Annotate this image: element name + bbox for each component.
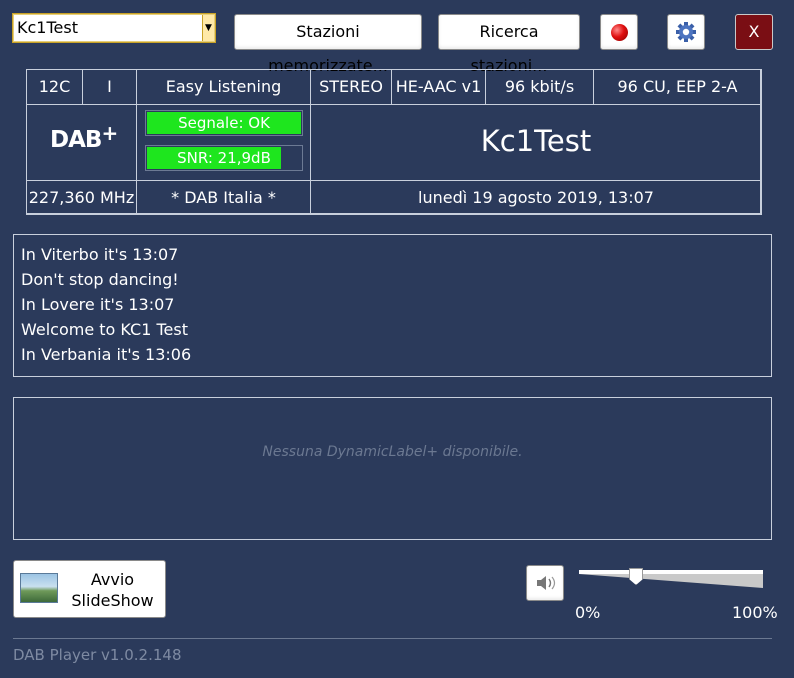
datetime-cell: lunedì 19 agosto 2019, 13:07 <box>310 180 762 215</box>
frequency-cell: 227,360 MHz <box>26 180 137 215</box>
gear-icon <box>676 22 696 42</box>
dab-plus-logo: DAB+ <box>50 121 118 153</box>
dab-logo-cell: DAB+ <box>26 104 137 181</box>
close-button[interactable]: X <box>735 14 773 50</box>
dynamic-label-panel: Nessuna DynamicLabel+ disponibile. <box>13 397 772 540</box>
settings-button[interactable] <box>667 14 705 50</box>
saved-stations-button[interactable]: Stazioni memorizzate... <box>234 14 422 75</box>
signal-cell: Segnale: OK SNR: 21,9dB <box>136 104 311 181</box>
footer-divider <box>13 638 772 639</box>
record-icon <box>611 24 628 41</box>
volume-slider-rail <box>579 570 763 574</box>
signal-bar: Segnale: OK <box>145 110 303 136</box>
language-cell: I <box>82 69 137 105</box>
version-label: DAB Player v1.0.2.148 <box>13 646 182 664</box>
genre-cell: Easy Listening <box>136 69 311 105</box>
volume-min-label: 0% <box>575 603 601 622</box>
radio-text-line: In Viterbo it's 13:07 <box>21 245 179 264</box>
audio-mode-cell: STEREO <box>310 69 392 105</box>
search-stations-button[interactable]: Ricerca stazioni... <box>438 14 580 75</box>
slideshow-button-label: Avvio SlideShow <box>71 570 154 610</box>
ensemble-cell: * DAB Italia * <box>136 180 311 215</box>
station-select[interactable]: Kc1Test ▼ <box>12 13 216 43</box>
record-button[interactable] <box>600 14 638 50</box>
snr-label: SNR: 21,9dB <box>177 149 271 167</box>
volume-slider-handle[interactable] <box>629 568 643 585</box>
radio-text-line: In Lovere it's 13:07 <box>21 295 175 314</box>
bitrate-cell: 96 kbit/s <box>485 69 594 105</box>
station-info-table: 12C I Easy Listening STEREO HE-AAC v1 96… <box>26 69 762 215</box>
codec-cell: HE-AAC v1 <box>391 69 486 105</box>
radio-text-panel: In Viterbo it's 13:07 Don't stop dancing… <box>13 234 772 377</box>
volume-slider[interactable] <box>577 568 763 590</box>
slideshow-button[interactable]: Avvio SlideShow <box>13 560 166 618</box>
channel-cell: 12C <box>26 69 83 105</box>
dynamic-label-empty-text: Nessuna DynamicLabel+ disponibile. <box>262 444 523 460</box>
slideshow-image-icon <box>20 573 58 603</box>
station-name-display: Kc1Test <box>310 104 762 181</box>
signal-label: Segnale: OK <box>178 114 270 132</box>
mute-button[interactable] <box>526 565 564 601</box>
speaker-icon <box>537 576 556 590</box>
radio-text-line: Welcome to KC1 Test <box>21 320 188 339</box>
volume-slider-ramp <box>579 574 763 588</box>
volume-max-label: 100% <box>732 603 778 622</box>
station-select-value: Kc1Test <box>17 18 78 37</box>
radio-text-line: Don't stop dancing! <box>21 270 179 289</box>
dropdown-arrow-icon[interactable]: ▼ <box>202 15 214 41</box>
snr-bar: SNR: 21,9dB <box>145 145 303 171</box>
protection-cell: 96 CU, EEP 2-A <box>593 69 762 105</box>
radio-text-line: In Verbania it's 13:06 <box>21 345 192 364</box>
